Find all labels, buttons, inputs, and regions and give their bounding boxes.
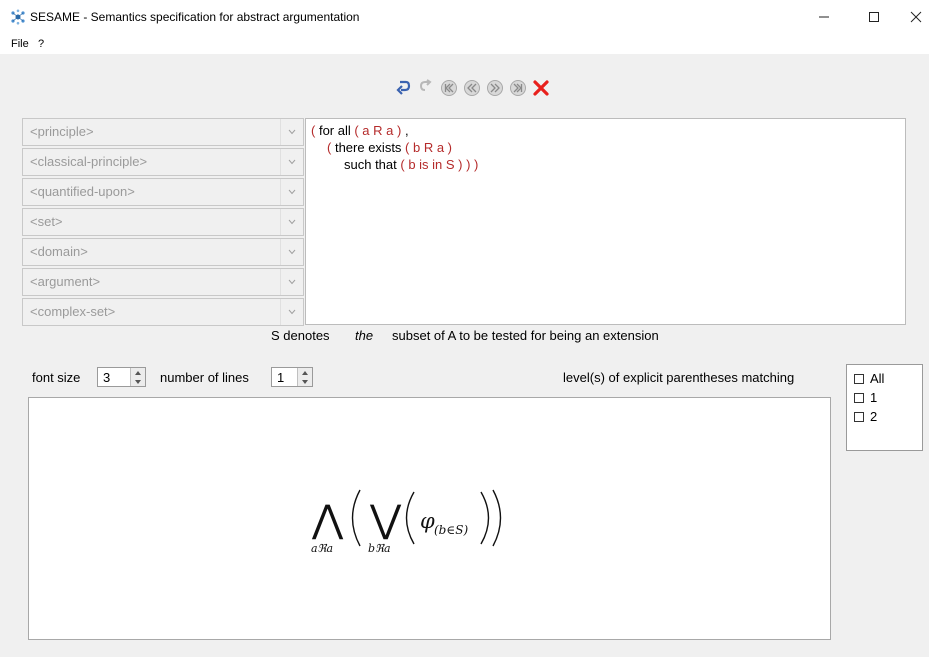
paren-matching-label: level(s) of explicit parentheses matchin… [563, 370, 795, 385]
spin-up-icon[interactable] [298, 368, 312, 377]
font-size-spin-buttons [130, 368, 145, 386]
caption-s-denotes: S denotes [271, 328, 330, 343]
right-paren-outer [492, 489, 502, 547]
complex-set-select-label: <complex-set> [30, 304, 116, 319]
checkbox[interactable] [854, 373, 864, 384]
minimize-icon [819, 16, 829, 18]
formula-paren-group: ( b is in S ) [400, 157, 463, 172]
close-icon [910, 11, 922, 23]
caption-description: subset of A to be tested for being an ex… [392, 328, 659, 343]
caption-emphasis: the [355, 328, 374, 343]
paren-level-2-label: 2 [870, 409, 878, 424]
number-of-lines-spinner[interactable]: 1 [271, 367, 313, 387]
argument-select[interactable]: <argument> [22, 268, 304, 296]
undo-icon[interactable] [393, 78, 413, 98]
checkbox[interactable] [854, 392, 864, 403]
font-size-label: font size [32, 370, 81, 385]
outer-subscript: aℜa [311, 542, 333, 555]
menu-help[interactable]: ? [38, 38, 44, 50]
maximize-button[interactable] [851, 0, 897, 34]
formula-paren-group: ( b R a ) [405, 140, 453, 155]
delete-icon[interactable] [531, 78, 551, 98]
chevron-down-icon[interactable] [280, 269, 303, 295]
menu-file[interactable]: File [11, 38, 29, 50]
set-select[interactable]: <set> [22, 208, 304, 236]
previous-icon[interactable] [462, 78, 482, 98]
number-of-lines-value: 1 [277, 370, 285, 385]
first-icon[interactable] [439, 78, 459, 98]
font-size-value: 3 [103, 370, 111, 385]
paren-level-1-label: 1 [870, 390, 878, 405]
font-size-spinner[interactable]: 3 [97, 367, 146, 387]
classical-principle-select[interactable]: <classical-principle> [22, 148, 304, 176]
minimize-button[interactable] [801, 0, 847, 34]
rendered-formula: ⋀ aℜa ⋁ bℜa φ (b∈S) [311, 489, 502, 555]
paren-level-all[interactable]: All [854, 371, 884, 386]
formula-keyword: such that [344, 157, 401, 172]
formula-line-3: such that ( b is in S ) ) ) [344, 157, 478, 172]
formula-paren-close: ) ) [462, 157, 479, 172]
paren-levels-list: All 1 2 [846, 364, 923, 451]
principle-select-label: <principle> [30, 124, 94, 139]
lines-spin-buttons [297, 368, 312, 386]
argument-select-label: <argument> [30, 274, 101, 289]
menu-bar: File ? [0, 34, 929, 54]
chevron-down-icon[interactable] [280, 209, 303, 235]
big-vee-icon: ⋁ [369, 497, 402, 541]
chevron-down-icon[interactable] [280, 179, 303, 205]
paren-level-2[interactable]: 2 [854, 409, 877, 424]
inner-subscript: bℜa [368, 542, 391, 555]
checkbox[interactable] [854, 411, 864, 422]
formula-line-2: ( there exists ( b R a ) [327, 140, 452, 155]
sesame-app-icon [10, 9, 26, 25]
chevron-down-icon[interactable] [280, 119, 303, 145]
formula-comma: , [401, 123, 409, 138]
paren-level-all-label: All [870, 371, 885, 386]
formula-paren-group: ( a R a ) [354, 123, 402, 138]
next-icon[interactable] [485, 78, 505, 98]
spin-up-icon[interactable] [131, 368, 145, 377]
close-button[interactable] [893, 0, 929, 34]
last-icon[interactable] [508, 78, 528, 98]
quantified-upon-select-label: <quantified-upon> [30, 184, 135, 199]
phi-symbol: φ [420, 509, 435, 533]
toolbar [393, 78, 551, 98]
domain-select-label: <domain> [30, 244, 88, 259]
left-paren-inner [405, 491, 415, 545]
chevron-down-icon[interactable] [280, 299, 303, 325]
formula-line-1: ( for all ( a R a ) , [311, 123, 409, 138]
formula-keyword: for all [315, 123, 355, 138]
formula-editor[interactable]: ( for all ( a R a ) , ( there exists ( b… [305, 118, 906, 325]
quantified-upon-select[interactable]: <quantified-upon> [22, 178, 304, 206]
chevron-down-icon[interactable] [280, 239, 303, 265]
grammar-selector-panel: <principle> <classical-principle> <quant… [22, 118, 304, 328]
spin-down-icon[interactable] [298, 377, 312, 386]
number-of-lines-label: number of lines [160, 370, 249, 385]
formula-keyword: there exists [331, 140, 406, 155]
complex-set-select[interactable]: <complex-set> [22, 298, 304, 326]
phi-subscript: (b∈S) [434, 523, 468, 537]
rendered-formula-panel: ⋀ aℜa ⋁ bℜa φ (b∈S) [28, 397, 831, 640]
title-bar: SESAME - Semantics specification for abs… [0, 0, 929, 34]
chevron-down-icon[interactable] [280, 149, 303, 175]
big-wedge-icon: ⋀ [311, 497, 344, 541]
set-select-label: <set> [30, 214, 63, 229]
right-paren-inner [480, 491, 490, 545]
left-paren-outer [351, 489, 361, 547]
redo-icon[interactable] [416, 78, 436, 98]
maximize-icon [869, 12, 879, 22]
paren-level-1[interactable]: 1 [854, 390, 877, 405]
spin-down-icon[interactable] [131, 377, 145, 386]
principle-select[interactable]: <principle> [22, 118, 304, 146]
window-title: SESAME - Semantics specification for abs… [30, 10, 360, 24]
classical-principle-select-label: <classical-principle> [30, 154, 148, 169]
domain-select[interactable]: <domain> [22, 238, 304, 266]
